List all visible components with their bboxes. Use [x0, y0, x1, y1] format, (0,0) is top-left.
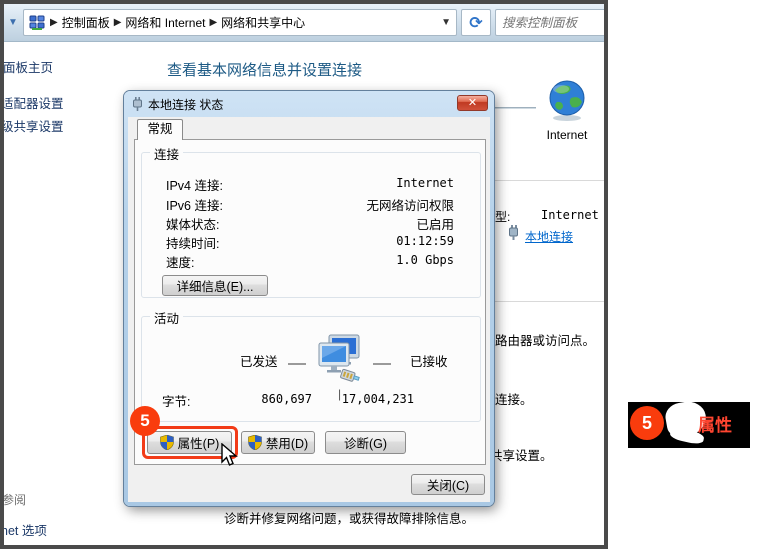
- disable-button-label: 禁用(D): [266, 433, 308, 452]
- sidebar-item-advanced-sharing[interactable]: 级共享设置: [1, 116, 64, 135]
- network-sharing-center-window: ▼ ▶ 控制面板 ▶ 网络和 Internet ▶ 网络和共享中心 ▼: [0, 0, 608, 549]
- ipv6-label: IPv6 连接:: [166, 195, 223, 214]
- dialog-client-area: 常规 连接 IPv4 连接: Internet IPv6 连接: 无网络访问权限…: [128, 117, 490, 502]
- sidebar-see-also-label: 参阅: [2, 491, 26, 508]
- tab-general[interactable]: 常规: [137, 119, 183, 140]
- annotation-step-badge: 5: [630, 406, 664, 440]
- section-divider: [486, 180, 604, 181]
- tab-page-general: 连接 IPv4 连接: Internet IPv6 连接: 无网络访问权限 媒体…: [134, 139, 486, 465]
- connection-group: 连接 IPv4 连接: Internet IPv6 连接: 无网络访问权限 媒体…: [141, 152, 481, 298]
- address-bar[interactable]: ▶ 控制面板 ▶ 网络和 Internet ▶ 网络和共享中心 ▼: [23, 9, 457, 36]
- screenshot-root: ▼ ▶ 控制面板 ▶ 网络和 Internet ▶ 网络和共享中心 ▼: [0, 0, 760, 550]
- local-connection-link[interactable]: 本地连接: [525, 228, 573, 245]
- connection-group-title: 连接: [150, 144, 183, 163]
- search-input[interactable]: [496, 10, 606, 35]
- annotation-label: 属性: [698, 411, 732, 436]
- breadcrumb-control-panel[interactable]: 控制面板: [62, 14, 110, 31]
- nav-history-icon[interactable]: ▼: [8, 17, 18, 28]
- access-type-value: Internet: [541, 208, 599, 222]
- mouse-cursor-icon: [219, 443, 239, 474]
- bytes-label: 字节:: [162, 391, 190, 410]
- breadcrumb-arrow-icon: ▶: [114, 17, 122, 28]
- sidebar-item-internet-options[interactable]: net 选项: [1, 520, 47, 539]
- local-connection-status-dialog: 本地连接 状态 ✕ 常规 连接 IPv4 连接: Internet IPv6 连…: [124, 91, 494, 506]
- text-fragment-connection: 连接。: [495, 389, 533, 408]
- text-fragment-sharing: 共享设置。: [490, 445, 553, 464]
- media-state-label: 媒体状态:: [166, 214, 219, 233]
- text-fragment-router: 路由器或访问点。: [495, 330, 595, 349]
- connection-plug-icon: [132, 97, 143, 111]
- disable-button[interactable]: 禁用(D): [241, 431, 315, 454]
- breadcrumb-network-internet[interactable]: 网络和 Internet: [125, 14, 205, 31]
- address-dropdown-icon[interactable]: ▼: [441, 17, 451, 28]
- section-divider: [486, 301, 604, 302]
- page-title: 查看基本网络信息并设置连接: [167, 59, 362, 80]
- connection-plug-icon: [507, 225, 520, 245]
- activity-group: 活动 已发送 已接收: [141, 316, 481, 422]
- sidebar-item-home[interactable]: 面板主页: [3, 57, 53, 76]
- diagnose-button[interactable]: 诊断(G): [325, 431, 406, 454]
- received-dash: [373, 363, 391, 365]
- internet-node-label: Internet: [539, 128, 595, 142]
- breadcrumb-arrow-icon: ▶: [50, 17, 58, 28]
- computer-network-icon: [317, 333, 365, 392]
- search-box[interactable]: [495, 9, 607, 36]
- details-button[interactable]: 详细信息(E)...: [162, 275, 268, 296]
- duration-value: 01:12:59: [396, 234, 454, 248]
- refresh-icon: ⟳: [469, 13, 482, 33]
- properties-button-label: 属性(P): [178, 433, 220, 452]
- step-number-badge: 5: [130, 406, 160, 436]
- received-label: 已接收: [410, 351, 448, 370]
- dialog-titlebar[interactable]: 本地连接 状态: [132, 95, 450, 113]
- dialog-close-button[interactable]: ✕: [457, 95, 488, 111]
- sent-dash: [288, 363, 306, 365]
- media-state-value: 已启用: [416, 214, 454, 233]
- troubleshoot-text: 诊断并修复网络问题，或获得故障排除信息。: [224, 508, 474, 527]
- internet-globe-icon: [545, 78, 589, 127]
- duration-label: 持续时间:: [166, 233, 219, 252]
- refresh-button[interactable]: ⟳: [461, 9, 491, 36]
- network-map-line: [490, 107, 536, 109]
- ipv4-label: IPv4 连接:: [166, 175, 223, 194]
- speed-value: 1.0 Gbps: [396, 253, 454, 267]
- diagnose-button-label: 诊断(G): [344, 433, 387, 452]
- speed-label: 速度:: [166, 252, 194, 271]
- ipv4-value: Internet: [396, 176, 454, 190]
- annotation-chip: 5 属性: [628, 402, 750, 448]
- dialog-title: 本地连接 状态: [148, 96, 223, 113]
- close-button[interactable]: 关闭(C): [411, 474, 485, 495]
- sent-label: 已发送: [240, 351, 278, 370]
- breadcrumb-network-sharing[interactable]: 网络和共享中心: [221, 14, 305, 31]
- access-type-label: 型:: [495, 208, 510, 225]
- breadcrumb-arrow-icon: ▶: [209, 17, 217, 28]
- activity-group-title: 活动: [150, 308, 183, 327]
- uac-shield-icon: [160, 435, 174, 450]
- network-center-icon: [29, 15, 46, 31]
- uac-shield-icon: [248, 435, 262, 450]
- bytes-sent-value: 860,697: [237, 392, 312, 406]
- address-toolbar: ▼ ▶ 控制面板 ▶ 网络和 Internet ▶ 网络和共享中心 ▼: [4, 4, 604, 42]
- sidebar-item-adapter-settings[interactable]: 适配器设置: [1, 93, 64, 112]
- bytes-received-value: 17,004,231: [340, 392, 414, 406]
- ipv6-value: 无网络访问权限: [366, 195, 454, 214]
